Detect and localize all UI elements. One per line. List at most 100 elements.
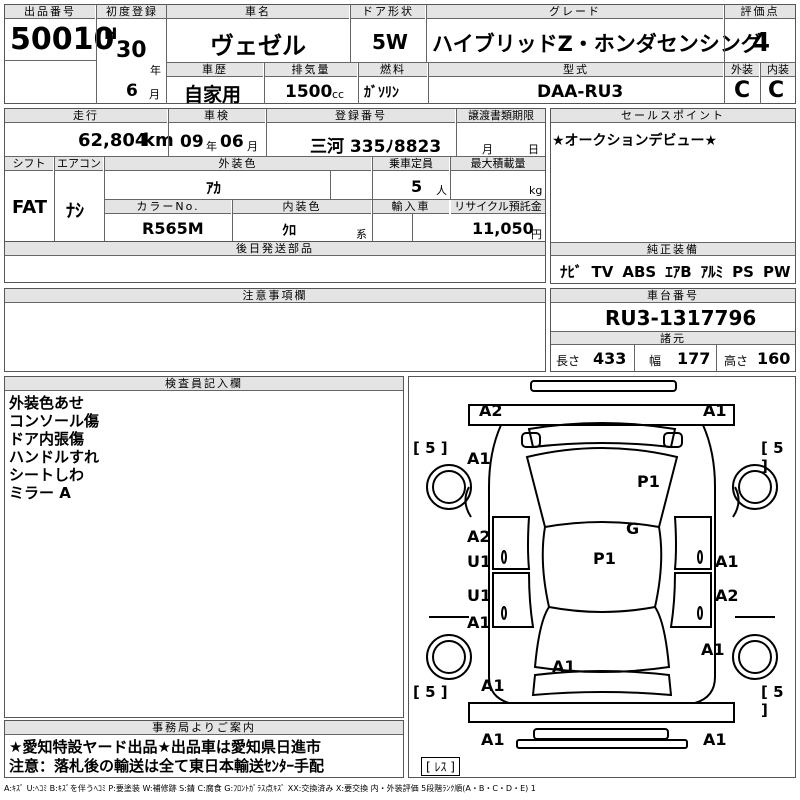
- damage-mark: A2: [479, 401, 503, 420]
- lot-label: 出品番号: [5, 5, 95, 19]
- sales-point-label: セールスポイント: [551, 109, 795, 123]
- recycle-label: リサイクル預託金: [451, 200, 545, 214]
- specs-label: 諸元: [551, 331, 795, 345]
- reg-month-unit: 月: [149, 88, 160, 101]
- damage-mark: A2: [467, 527, 491, 546]
- tire-rr: [ 5 ]: [761, 683, 784, 719]
- ext-color: ｱｶ: [206, 179, 222, 197]
- inspector-note-3: ドア内張傷: [9, 430, 85, 448]
- inspector-note-2: コンソール傷: [9, 412, 100, 430]
- recycle-unit: 円: [531, 228, 542, 241]
- inspector-note-1: 外装色あせ: [9, 394, 85, 412]
- score-label: 評価点: [725, 5, 795, 19]
- recycle-fee: 11,050: [472, 219, 534, 238]
- load-unit: kg: [529, 184, 543, 197]
- damage-mark: U1: [467, 552, 492, 571]
- tire-fr: [ 5 ]: [761, 439, 784, 475]
- damage-mark: A1: [703, 401, 727, 420]
- shift-label: シフト: [5, 157, 53, 171]
- damage-mark: A2: [715, 586, 739, 605]
- equipment-item: ABS: [622, 263, 657, 281]
- history-label: 車歴: [167, 63, 263, 77]
- ac-label: エアコン: [55, 157, 103, 171]
- height-label: 高さ: [724, 354, 749, 368]
- length-value: 433: [593, 349, 627, 368]
- chassis-label: 車台番号: [551, 289, 795, 303]
- ac: ﾅｼ: [66, 201, 84, 222]
- shift: FAT: [12, 197, 48, 218]
- fuel: ｶﾞｿﾘﾝ: [364, 85, 399, 101]
- equipment-list: ﾅﾋﾞ TV ABS ｴｱB ｱﾙﾐ PS PW: [560, 261, 800, 282]
- damage-mark: U1: [467, 586, 492, 605]
- capacity: 5: [411, 177, 423, 196]
- door-type: 5W: [372, 30, 408, 54]
- tire-fl: [ 5 ]: [413, 439, 448, 457]
- capacity-label: 乗車定員: [373, 157, 449, 171]
- damage-mark: A1: [467, 449, 491, 468]
- exterior-score: C: [734, 78, 751, 103]
- int-color-label: 内装色: [233, 200, 371, 214]
- plate-number: 三河 335ﾉ8823: [310, 137, 442, 157]
- legend: A:ｷｽﾞ U:ﾍｺﾐ B:ｷｽﾞを伴うﾍｺﾐ P:要塗装 W:補修跡 S:錆 …: [4, 784, 536, 793]
- transfer-month-unit: 月: [482, 143, 493, 156]
- office-note-1: ★愛知特設ヤード出品★出品車は愛知県日進市: [9, 738, 321, 756]
- color-number: R565M: [142, 219, 204, 238]
- office-label: 事務局よりご案内: [5, 721, 403, 735]
- damage-mark: P1: [593, 549, 616, 568]
- equipment-item: PW: [762, 263, 791, 281]
- caution-label: 注意事項欄: [5, 289, 545, 303]
- displacement-unit: cc: [332, 88, 345, 101]
- inspector-label: 検査員記入欄: [5, 377, 403, 391]
- mileage-unit: km: [143, 130, 174, 151]
- damage-mark: G: [626, 519, 640, 538]
- door-label: ドア形状: [351, 5, 425, 19]
- spare-tire: [ ﾚｽ ]: [421, 757, 460, 776]
- displacement: 1500: [285, 82, 333, 102]
- transfer-label: 譲渡書類期限: [457, 109, 545, 123]
- details-table: [4, 108, 546, 242]
- exterior-label: 外装: [725, 63, 759, 77]
- equipment-item: TV: [591, 263, 614, 281]
- damage-mark: A1: [481, 676, 505, 695]
- inspector-note-6: ミラー A: [9, 484, 71, 502]
- inspector-note-5: シートしわ: [9, 466, 85, 484]
- overall-score: 4: [752, 28, 771, 58]
- equipment-item: ｱﾙﾐ: [700, 263, 724, 281]
- mileage-label: 走行: [5, 109, 167, 123]
- inspection-year-unit: 年: [206, 140, 217, 153]
- inspection-label: 車検: [169, 109, 265, 123]
- reg-year-unit: 年: [150, 64, 161, 77]
- equipment-item: ﾅﾋﾞ: [560, 263, 583, 281]
- inspection-month: 06: [220, 132, 244, 152]
- damage-mark: A1: [715, 552, 739, 571]
- ext-color-label: 外装色: [105, 157, 371, 171]
- grade-label: グレード: [427, 5, 723, 19]
- damage-mark: A1: [467, 613, 491, 632]
- model-label: 型式: [429, 63, 723, 77]
- length-label: 長さ: [556, 354, 581, 368]
- equipment-label: 純正装備: [551, 242, 795, 256]
- office-note-2: 注意：落札後の輸送は全て東日本輸送ｾﾝﾀｰ手配: [9, 757, 325, 775]
- tire-rl: [ 5 ]: [413, 683, 448, 701]
- reg-month: 6: [126, 81, 138, 101]
- width-value: 177: [677, 349, 711, 368]
- import-label: 輸入車: [373, 200, 449, 214]
- first-reg-label: 初度登録: [97, 5, 167, 19]
- damage-mark: A1: [552, 657, 576, 676]
- damage-mark: A1: [481, 730, 505, 749]
- interior-score: C: [768, 78, 785, 103]
- damage-mark: A1: [703, 730, 727, 749]
- grade: ハイブリッドZ・ホンダセンシング: [432, 32, 762, 56]
- car-name: ヴェゼル: [210, 32, 306, 60]
- equipment-item: ｴｱB: [665, 263, 692, 281]
- int-color: ｸﾛ: [282, 223, 296, 239]
- sales-point-text: ★オークションデビュー★: [552, 133, 718, 149]
- height-value: 160: [757, 349, 791, 368]
- reg-year: 30: [116, 38, 147, 63]
- displacement-label: 排気量: [265, 63, 357, 77]
- mileage: 62,804: [78, 130, 148, 151]
- interior-label: 内装: [761, 63, 795, 77]
- lot-number: 50010: [10, 22, 115, 57]
- car-diagram: [ 5 ] [ 5 ] [ 5 ] [ 5 ] [ ﾚｽ ] A2 A1 A1 …: [408, 376, 796, 778]
- plate-label: 登録番号: [267, 109, 455, 123]
